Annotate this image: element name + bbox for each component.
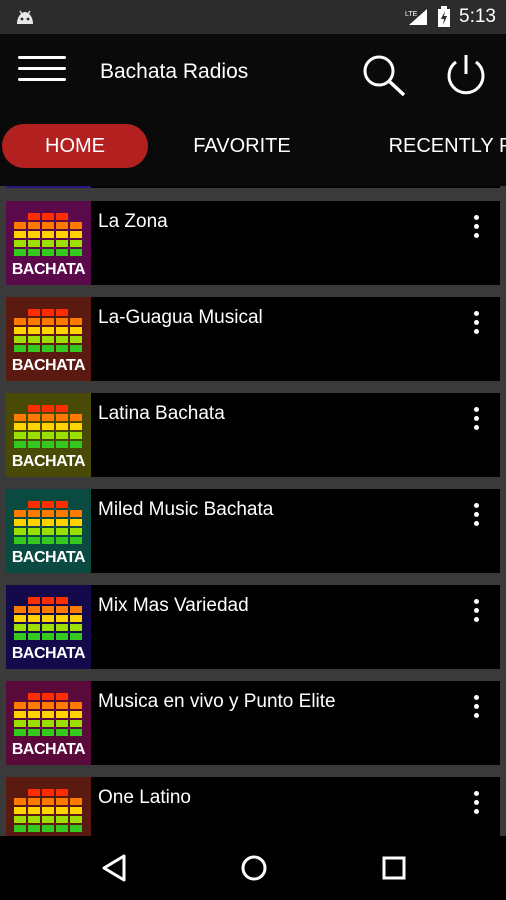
station-card[interactable]: BACHATA Mix Mas Variedad [6, 585, 500, 669]
equalizer-graphic [14, 213, 82, 256]
station-card[interactable]: BACHATA La Zona [6, 201, 500, 285]
search-icon[interactable] [360, 52, 408, 98]
thumbnail-label: BACHATA [11, 261, 86, 278]
more-options-icon[interactable] [468, 599, 484, 629]
more-options-icon[interactable] [468, 407, 484, 437]
station-card[interactable]: BACHATA Latina Bachata [6, 393, 500, 477]
bachata-logo-icon: BACHATA [6, 681, 91, 765]
back-icon[interactable] [96, 850, 132, 886]
station-name: Miled Music Bachata [98, 499, 274, 520]
equalizer-graphic [14, 405, 82, 448]
battery-charging-icon [438, 6, 451, 27]
more-options-icon[interactable] [468, 311, 484, 341]
equalizer-graphic [14, 309, 82, 352]
station-card[interactable]: BACHATA Miled Music Bachata [6, 489, 500, 573]
equalizer-graphic [14, 597, 82, 640]
recents-icon[interactable] [376, 850, 412, 886]
station-name: Mix Mas Variedad [98, 595, 249, 616]
station-card[interactable]: BACHATA La-Guagua Musical [6, 297, 500, 381]
station-name: Musica en vivo y Punto Elite [98, 691, 336, 712]
station-name: La-Guagua Musical [98, 307, 263, 328]
more-options-icon[interactable] [468, 215, 484, 245]
thumbnail-label: BACHATA [11, 357, 86, 374]
bachata-logo-icon: BACHATA [6, 297, 91, 381]
equalizer-graphic [14, 501, 82, 544]
tab-bar: HOME FAVORITE RECENTLY PL [0, 112, 506, 186]
tab-favorite[interactable]: FAVORITE [186, 124, 298, 168]
equalizer-graphic [14, 789, 82, 832]
bachata-logo-icon: BACHATA [6, 201, 91, 285]
navigation-bar [0, 836, 506, 900]
station-name: La Zona [98, 211, 168, 232]
thumbnail-label: BACHATA [11, 645, 86, 662]
more-options-icon[interactable] [468, 503, 484, 533]
signal-icon: LTE [405, 9, 428, 25]
station-card-partial[interactable] [6, 186, 500, 188]
thumbnail-label: BACHATA [11, 453, 86, 470]
more-options-icon[interactable] [468, 695, 484, 725]
tab-home[interactable]: HOME [2, 124, 148, 168]
app-bar: Bachata Radios [0, 34, 506, 112]
station-list[interactable]: BACHATA La Zona BACHATA La-Guagua Musical BA… [0, 186, 506, 836]
android-robot-icon [17, 10, 33, 24]
app-title: Bachata Radios [100, 60, 249, 83]
clock: 5:13 [459, 6, 496, 27]
home-icon[interactable] [236, 850, 272, 886]
bachata-logo-icon: BACHATA [6, 585, 91, 669]
equalizer-graphic [14, 693, 82, 736]
status-bar: LTE 5:13 [0, 0, 506, 34]
hamburger-icon [18, 56, 66, 59]
tab-recently-played[interactable]: RECENTLY PL [376, 124, 506, 168]
bachata-logo-icon: BACHATA [6, 393, 91, 477]
thumbnail-label: BACHATA [11, 741, 86, 758]
station-thumbnail [6, 186, 91, 188]
station-card[interactable]: BACHATA One Latino [6, 777, 500, 836]
station-name: Latina Bachata [98, 403, 225, 424]
station-name: One Latino [98, 787, 191, 808]
thumbnail-label: BACHATA [11, 549, 86, 566]
bachata-logo-icon: BACHATA [6, 489, 91, 573]
power-icon[interactable] [444, 52, 488, 96]
bachata-logo-icon: BACHATA [6, 777, 91, 836]
more-options-icon[interactable] [468, 791, 484, 821]
station-card[interactable]: BACHATA Musica en vivo y Punto Elite [6, 681, 500, 765]
menu-button[interactable] [18, 56, 66, 90]
network-type: LTE [405, 11, 418, 18]
